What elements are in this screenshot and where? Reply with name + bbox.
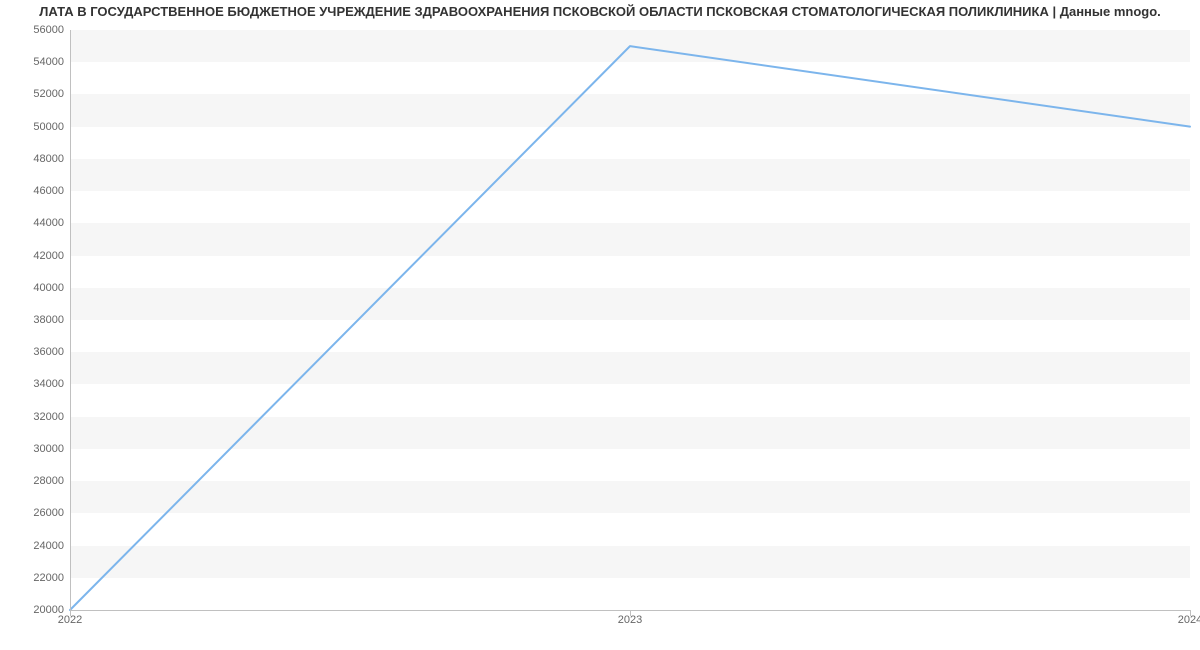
y-tick-label: 22000 xyxy=(4,572,64,584)
chart-container: ЛАТА В ГОСУДАРСТВЕННОЕ БЮДЖЕТНОЕ УЧРЕЖДЕ… xyxy=(0,0,1200,650)
x-tick-mark xyxy=(70,610,71,616)
y-tick-label: 54000 xyxy=(4,56,64,68)
y-tick-label: 38000 xyxy=(4,314,64,326)
plot-area xyxy=(70,30,1190,610)
y-tick-label: 26000 xyxy=(4,507,64,519)
y-tick-label: 32000 xyxy=(4,411,64,423)
x-tick-mark xyxy=(630,610,631,616)
y-tick-label: 34000 xyxy=(4,378,64,390)
y-tick-label: 52000 xyxy=(4,88,64,100)
x-tick-label: 2024 xyxy=(1178,614,1200,626)
line-layer xyxy=(70,30,1190,610)
y-tick-label: 20000 xyxy=(4,604,64,616)
y-tick-label: 40000 xyxy=(4,282,64,294)
series-line xyxy=(70,46,1190,610)
x-tick-mark xyxy=(1190,610,1191,616)
y-tick-label: 50000 xyxy=(4,121,64,133)
y-axis-line xyxy=(70,30,71,610)
y-tick-label: 44000 xyxy=(4,217,64,229)
y-tick-label: 56000 xyxy=(4,24,64,36)
chart-title: ЛАТА В ГОСУДАРСТВЕННОЕ БЮДЖЕТНОЕ УЧРЕЖДЕ… xyxy=(0,4,1200,19)
y-tick-label: 36000 xyxy=(4,346,64,358)
y-tick-label: 24000 xyxy=(4,540,64,552)
y-tick-label: 48000 xyxy=(4,153,64,165)
y-tick-label: 46000 xyxy=(4,185,64,197)
y-tick-label: 30000 xyxy=(4,443,64,455)
y-tick-label: 28000 xyxy=(4,475,64,487)
y-tick-label: 42000 xyxy=(4,250,64,262)
